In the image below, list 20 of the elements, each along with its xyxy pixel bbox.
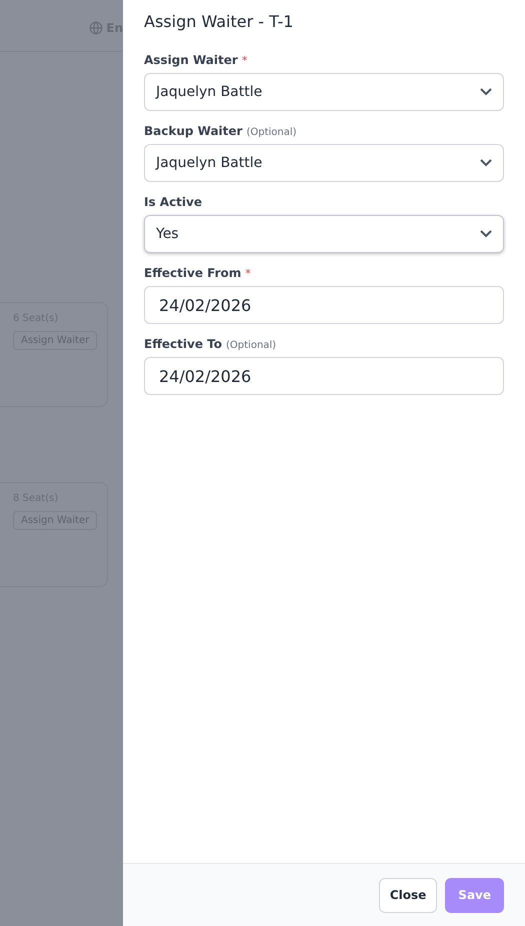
field-label: Assign Waiter xyxy=(144,53,238,67)
globe-icon xyxy=(89,20,104,34)
optional-note: (Optional) xyxy=(246,127,297,138)
field-label: Effective From xyxy=(144,266,242,280)
chevron-down-icon xyxy=(480,88,492,96)
chevron-down-icon xyxy=(480,230,492,238)
select-field[interactable]: Yes xyxy=(144,215,504,253)
field-label: Is Active xyxy=(144,195,202,209)
field-label: Backup Waiter xyxy=(144,124,242,138)
optional-note: (Optional) xyxy=(226,340,276,351)
chevron-down-icon xyxy=(480,159,492,167)
drawer-title: Assign Waiter - T-1 xyxy=(144,12,294,31)
select-field[interactable]: Jaquelyn Battle xyxy=(144,73,504,111)
date-field[interactable]: 24/02/2026 xyxy=(144,286,504,324)
select-field[interactable]: Jaquelyn Battle xyxy=(144,144,504,182)
date-field[interactable]: 24/02/2026 xyxy=(144,357,504,395)
required-asterisk: * xyxy=(242,54,248,67)
close-button[interactable]: Close xyxy=(378,878,438,912)
required-asterisk: * xyxy=(245,267,251,280)
field-label: Effective To xyxy=(144,337,222,351)
